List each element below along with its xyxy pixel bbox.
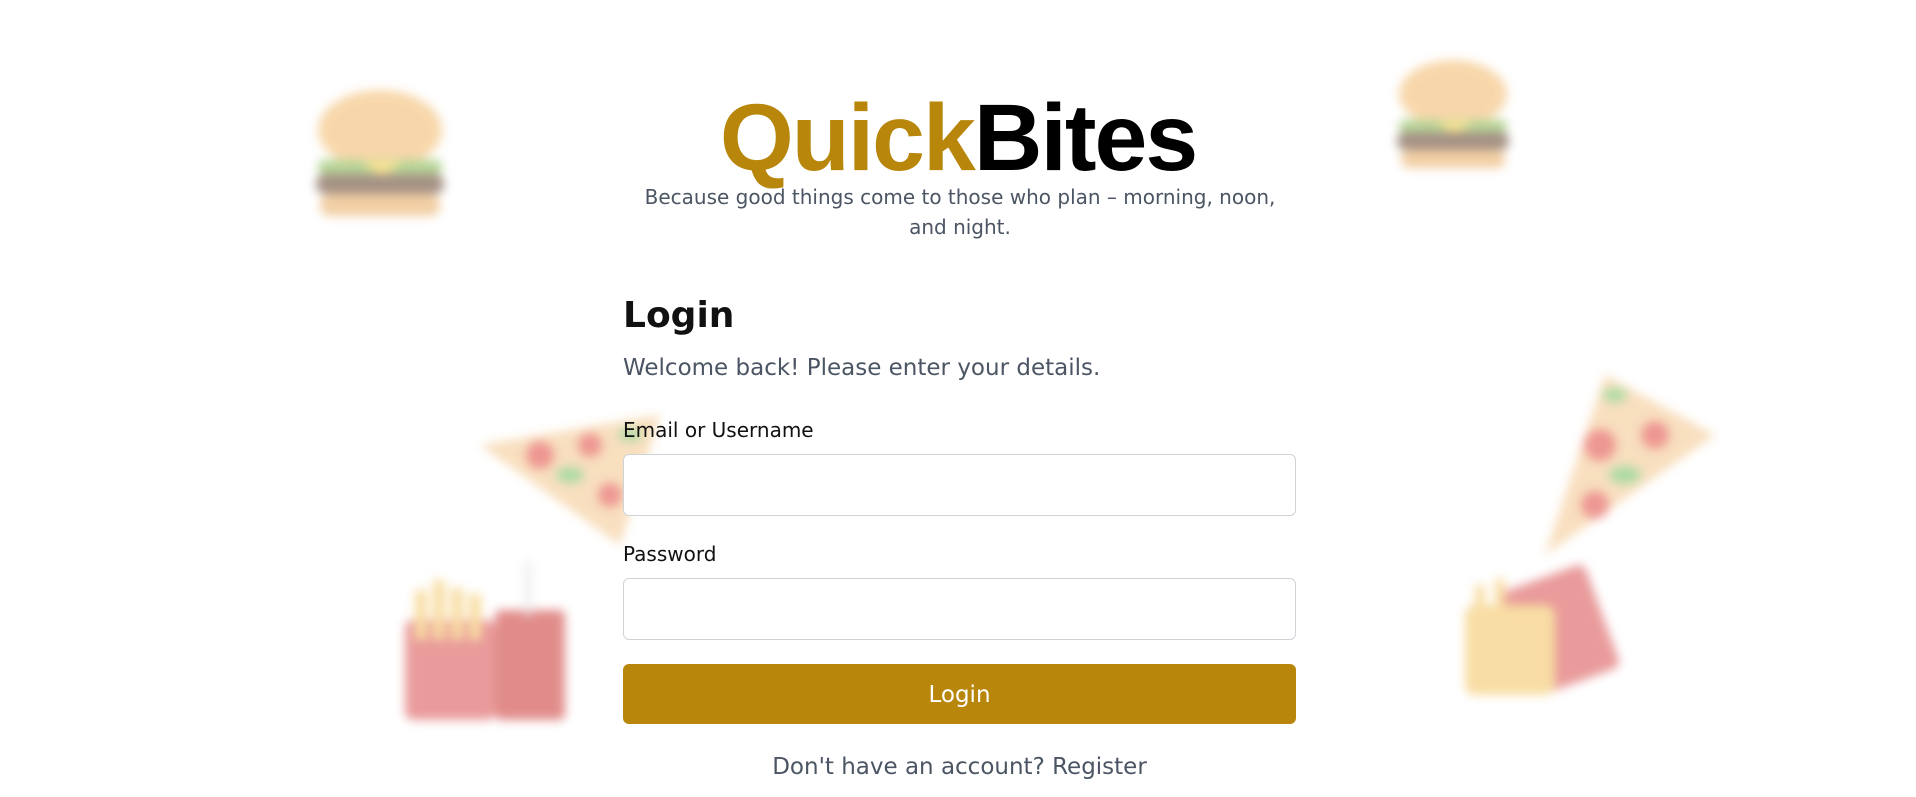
fries-and-drink-image <box>405 560 565 720</box>
brand-name-part1: Quick <box>719 85 976 191</box>
email-input[interactable] <box>623 454 1296 516</box>
login-page: QuickBites Because good things come to t… <box>0 0 1916 797</box>
login-subtitle: Welcome back! Please enter your details. <box>623 355 1101 381</box>
login-heading: Login <box>623 295 735 336</box>
register-prompt-text: Don't have an account? <box>772 754 1045 780</box>
login-form: Login Welcome back! Please enter your de… <box>623 290 1296 783</box>
pizza-slice-image <box>1545 375 1715 555</box>
register-link[interactable]: Register <box>1052 754 1147 780</box>
password-input[interactable] <box>623 578 1296 640</box>
register-prompt: Don't have an account? Register <box>623 751 1296 783</box>
password-label: Password <box>623 542 717 566</box>
login-button[interactable]: Login <box>623 664 1296 724</box>
email-label: Email or Username <box>623 418 814 442</box>
brand-tagline: Because good things come to those who pl… <box>644 185 1276 239</box>
brand-logo: QuickBites <box>0 88 1916 188</box>
brand-name-part2: Bites <box>973 85 1198 191</box>
fries-image <box>1465 565 1619 695</box>
